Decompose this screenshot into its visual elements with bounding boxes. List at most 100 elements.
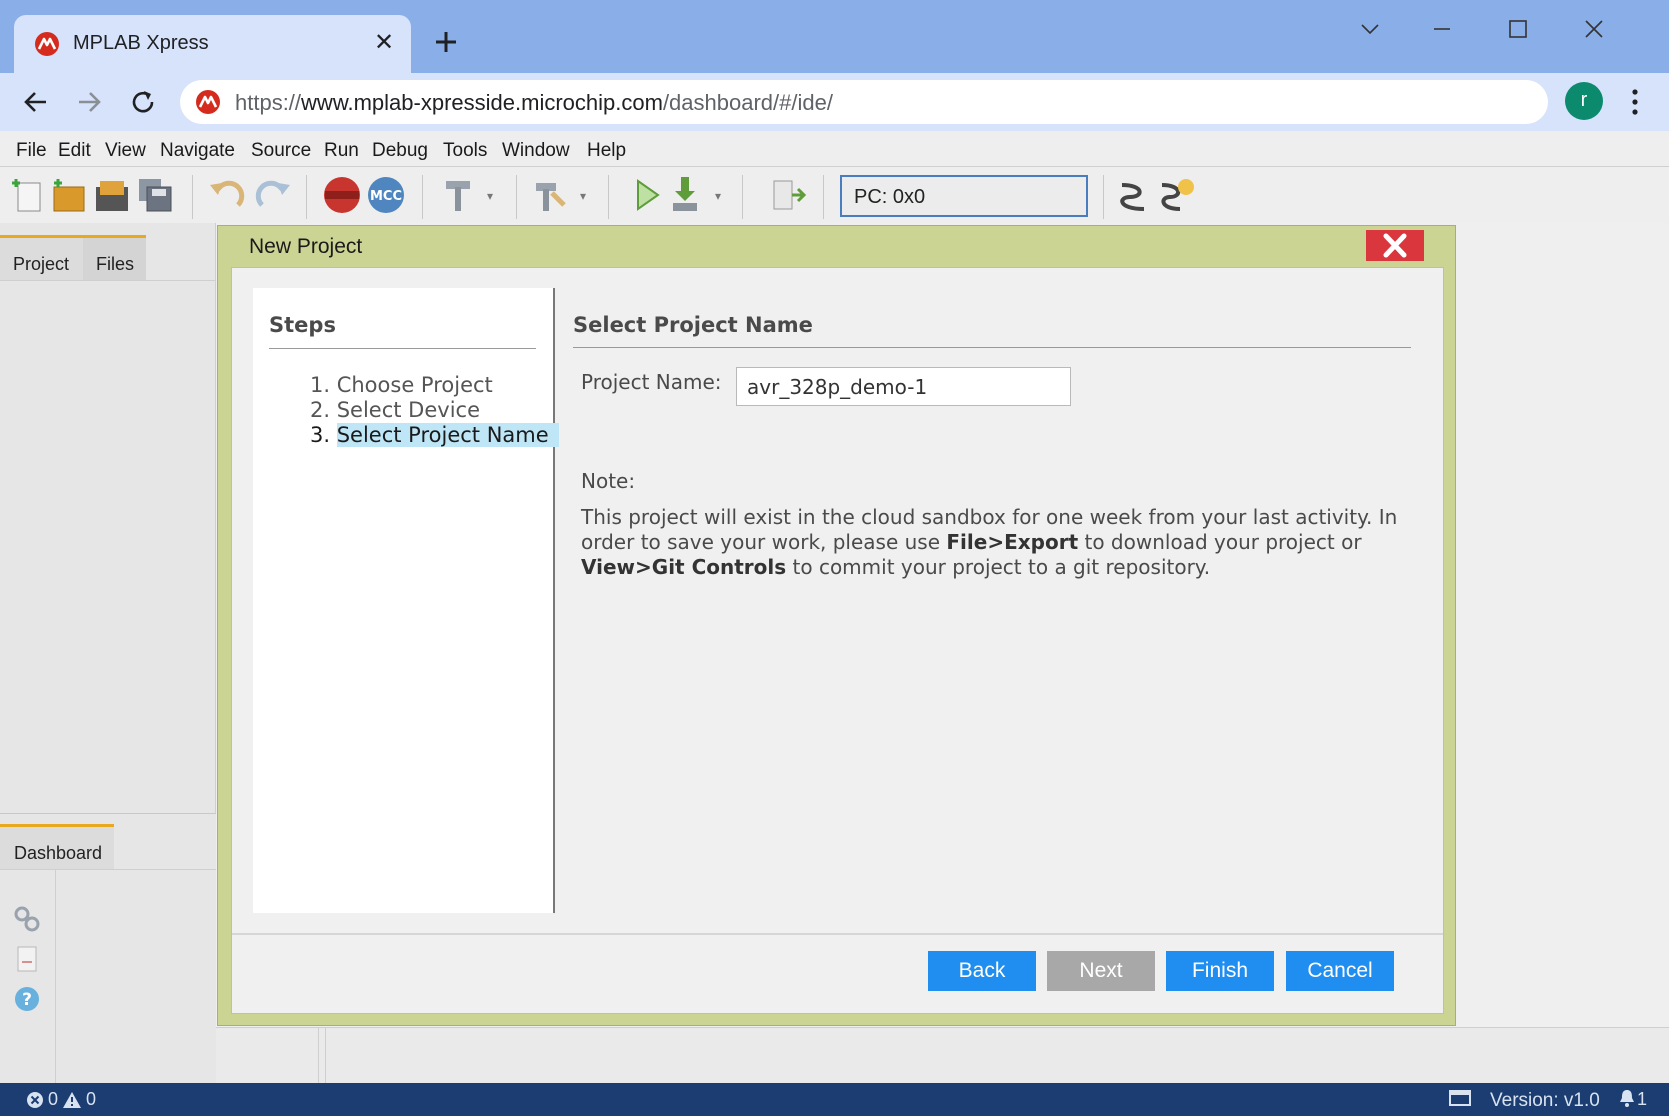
- version-label: Version: v1.0: [1490, 1090, 1600, 1111]
- project-name-input[interactable]: [736, 367, 1071, 406]
- redo-icon[interactable]: [252, 175, 292, 215]
- hex-export-icon[interactable]: [770, 175, 810, 215]
- back-button[interactable]: Back: [928, 951, 1036, 991]
- notifications-indicator[interactable]: 1: [1618, 1088, 1658, 1110]
- panel-divider: [325, 1027, 326, 1083]
- menu-help[interactable]: Help: [587, 140, 626, 162]
- menu-source[interactable]: Source: [251, 140, 311, 162]
- browser-tab[interactable]: MPLAB Xpress ✕: [14, 15, 411, 73]
- tab-title: MPLAB Xpress: [73, 32, 209, 54]
- footer-divider: [232, 933, 1443, 935]
- step-choose-project: 1. Choose Project: [310, 373, 493, 397]
- hardware-tool-icon[interactable]: [1114, 175, 1154, 215]
- project-properties-icon[interactable]: [12, 904, 42, 934]
- close-icon: [1383, 233, 1407, 258]
- site-logo-icon: [196, 90, 220, 114]
- toolbar-separator: [422, 175, 423, 219]
- note-text: This project will exist in the cloud san…: [581, 505, 1398, 579]
- address-bar[interactable]: https://www.mplab-xpresside.microchip.co…: [180, 80, 1548, 124]
- program-device-icon[interactable]: [665, 175, 705, 215]
- note-label: Note:: [581, 469, 636, 493]
- profile-avatar[interactable]: r: [1565, 82, 1603, 120]
- dialog-close-button[interactable]: [1366, 230, 1424, 261]
- minimize-icon[interactable]: [1412, 8, 1472, 48]
- menu-run[interactable]: Run: [324, 140, 359, 162]
- dropdown-arrow-icon[interactable]: ▾: [715, 189, 721, 203]
- warning-count: 0: [86, 1089, 97, 1109]
- menu-navigate[interactable]: Navigate: [160, 140, 235, 162]
- monitor-icon[interactable]: [1448, 1089, 1472, 1109]
- next-button[interactable]: Next: [1047, 951, 1155, 991]
- warning-icon: [63, 1091, 82, 1108]
- project-panel: Project Files: [0, 223, 216, 813]
- steps-pane: Steps 1. Choose Project 2. Select Device…: [253, 288, 559, 913]
- menu-edit[interactable]: Edit: [58, 140, 91, 162]
- pdf-document-icon[interactable]: [12, 944, 42, 974]
- svg-text:MCC: MCC: [370, 189, 402, 204]
- menu-tools[interactable]: Tools: [443, 140, 487, 162]
- dropdown-arrow-icon[interactable]: ▾: [487, 189, 493, 203]
- cancel-button[interactable]: Cancel: [1286, 951, 1394, 991]
- tab-files[interactable]: Files: [83, 235, 146, 280]
- forward-arrow-icon[interactable]: [70, 83, 108, 121]
- undo-icon[interactable]: [208, 175, 248, 215]
- status-bar: 0 0 Version: v1.0 1: [0, 1083, 1669, 1116]
- notification-count: 1: [1637, 1089, 1648, 1109]
- new-file-icon[interactable]: [8, 175, 48, 215]
- tab-close-icon[interactable]: ✕: [370, 28, 398, 56]
- divider: [573, 347, 1411, 348]
- browser-tabstrip: MPLAB Xpress ✕: [0, 0, 1669, 73]
- tab-divider: [0, 869, 216, 870]
- toolbar-separator: [608, 175, 609, 219]
- save-all-icon[interactable]: [135, 175, 175, 215]
- toolbar-separator: [306, 175, 307, 219]
- project-name-label: Project Name:: [581, 370, 722, 394]
- run-icon[interactable]: [626, 175, 666, 215]
- error-count: 0: [48, 1089, 59, 1109]
- problems-indicator[interactable]: 0 0: [26, 1089, 96, 1110]
- pc-value: PC: 0x0: [854, 186, 926, 208]
- steps-title: Steps: [269, 313, 336, 337]
- mcc-icon[interactable]: MCC: [366, 175, 406, 215]
- ide-toolbar: MCC ▾ ▾ ▾ PC: 0x0: [0, 167, 1669, 223]
- tab-divider: [0, 280, 216, 281]
- debug-bulb-icon[interactable]: [1158, 175, 1198, 215]
- menu-debug[interactable]: Debug: [372, 140, 428, 162]
- new-tab-icon[interactable]: [430, 26, 462, 58]
- section-title: Select Project Name: [573, 313, 813, 337]
- tab-dashboard[interactable]: Dashboard: [0, 824, 114, 869]
- toolbar-separator: [192, 175, 193, 219]
- window-close-icon[interactable]: [1564, 8, 1624, 48]
- new-project-icon[interactable]: [48, 175, 88, 215]
- panel-divider: [318, 1027, 319, 1083]
- browser-menu-icon[interactable]: [1620, 85, 1650, 119]
- program-counter-display: PC: 0x0: [840, 175, 1088, 217]
- maximize-icon[interactable]: [1488, 8, 1548, 48]
- mplab-discover-icon[interactable]: [322, 175, 362, 215]
- dashboard-panel: Dashboard ?: [0, 813, 216, 1084]
- menu-file[interactable]: File: [16, 140, 47, 162]
- reload-icon[interactable]: [124, 83, 162, 121]
- url-text: https://www.mplab-xpresside.microchip.co…: [235, 90, 833, 115]
- tab-search-chevron-icon[interactable]: [1340, 8, 1400, 48]
- bell-icon: [1620, 1090, 1634, 1107]
- menu-window[interactable]: Window: [502, 140, 570, 162]
- help-icon[interactable]: ?: [12, 984, 42, 1014]
- toolbar-separator: [516, 175, 517, 219]
- divider: [269, 348, 536, 349]
- tab-project[interactable]: Project: [0, 235, 83, 280]
- dropdown-arrow-icon[interactable]: ▾: [580, 189, 586, 203]
- open-project-icon[interactable]: [92, 175, 132, 215]
- svg-text:?: ?: [22, 990, 32, 1010]
- menubar: File Edit View Navigate Source Run Debug…: [0, 131, 1669, 167]
- back-arrow-icon[interactable]: [17, 83, 55, 121]
- clean-build-icon[interactable]: [530, 175, 570, 215]
- new-project-dialog: New Project Steps 1. Choose Project 2. S…: [217, 225, 1456, 1026]
- dialog-title: New Project: [249, 235, 363, 258]
- output-area: [216, 1027, 1669, 1083]
- finish-button[interactable]: Finish: [1166, 951, 1274, 991]
- build-hammer-icon[interactable]: [440, 175, 480, 215]
- panel-divider: [55, 869, 56, 1084]
- menu-view[interactable]: View: [105, 140, 146, 162]
- browser-toolbar: https://www.mplab-xpresside.microchip.co…: [0, 73, 1669, 131]
